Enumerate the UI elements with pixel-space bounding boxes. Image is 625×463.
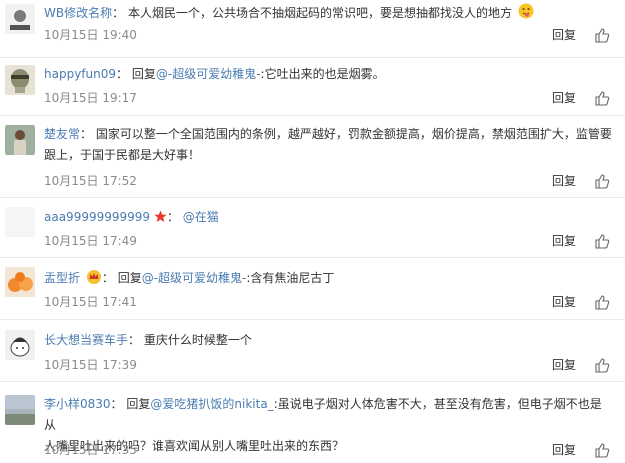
like-icon[interactable] bbox=[594, 90, 610, 106]
star-badge-icon bbox=[154, 209, 167, 230]
avatar[interactable] bbox=[5, 267, 35, 297]
comment-text: :它吐出来的也是烟雾。 bbox=[260, 67, 385, 81]
comment-text: 国家可以整一个全国范围内的条例，越严越好，罚款金额提高，烟价提高，禁烟范围扩大，… bbox=[95, 127, 612, 141]
comment-username[interactable]: happyfun09 bbox=[44, 67, 116, 81]
comment-time: 10月15日 19:40 bbox=[44, 28, 137, 42]
avatar-image bbox=[5, 267, 35, 297]
avatar[interactable] bbox=[5, 207, 35, 237]
avatar-image bbox=[5, 125, 35, 155]
comment-username[interactable]: 李小样0830 bbox=[44, 397, 111, 411]
avatar[interactable] bbox=[5, 395, 35, 425]
comment-text: 重庆什么时候整一个 bbox=[143, 333, 252, 347]
reply-button[interactable]: 回复 bbox=[552, 293, 576, 310]
comment-item: 李小样0830： 回复@爱吃猪扒饭的nikita_:虽说电子烟对人体危害不大，甚… bbox=[0, 382, 625, 463]
like-icon[interactable] bbox=[594, 357, 610, 373]
like-icon[interactable] bbox=[594, 442, 610, 458]
avatar[interactable] bbox=[5, 125, 35, 155]
reply-button[interactable]: 回复 bbox=[552, 356, 576, 373]
avatar-image bbox=[5, 207, 35, 237]
crown-badge-icon bbox=[86, 269, 102, 291]
comment-time: 10月15日 17:41 bbox=[44, 295, 137, 309]
reply-button[interactable]: 回复 bbox=[552, 232, 576, 249]
comment-username[interactable]: aaa99999999999 bbox=[44, 210, 150, 224]
comment-time: 10月15日 17:39 bbox=[44, 358, 137, 372]
comment-item: WB修改名称： 本人烟民一个，公共场合不抽烟起码的常识吧，要是想抽都找没人的地方… bbox=[0, 0, 625, 58]
like-icon[interactable] bbox=[594, 294, 610, 310]
avatar-image bbox=[5, 65, 35, 95]
comment-text-continued: 跟上，于国于民都是大好事！ bbox=[44, 148, 201, 162]
avatar-image bbox=[5, 330, 35, 360]
comment-username[interactable]: 楚友常 bbox=[44, 127, 80, 141]
tongue-emoji-icon bbox=[518, 3, 534, 26]
comment-text: :含有焦油尼古丁 bbox=[246, 271, 335, 285]
mention-link[interactable]: @-超级可爱幼稚鬼- bbox=[156, 67, 261, 81]
comment-item: aaa99999999999 ： @在猫 10月15日 17:49 回复 bbox=[0, 198, 625, 258]
comment-time: 10月15日 17:52 bbox=[44, 174, 137, 188]
avatar-image bbox=[5, 4, 35, 34]
like-icon[interactable] bbox=[594, 173, 610, 189]
reply-prefix: 回复 bbox=[126, 397, 151, 411]
comment-item: 长大想当赛车手： 重庆什么时候整一个 10月15日 17:39 回复 bbox=[0, 320, 625, 382]
avatar[interactable] bbox=[5, 330, 35, 360]
mention-link[interactable]: @爱吃猪扒饭的nikita_ bbox=[150, 397, 273, 411]
comment-item: happyfun09： 回复@-超级可爱幼稚鬼-:它吐出来的也是烟雾。 10月1… bbox=[0, 58, 625, 116]
avatar[interactable] bbox=[5, 65, 35, 95]
comment-item: 盂型折 ： 回复@-超级可爱幼稚鬼-:含有焦油尼古丁 10月15日 17:41 … bbox=[0, 258, 625, 320]
comment-username[interactable]: WB修改名称 bbox=[44, 6, 112, 20]
avatar[interactable] bbox=[5, 4, 35, 34]
reply-button[interactable]: 回复 bbox=[552, 89, 576, 106]
mention-link[interactable]: @在猫 bbox=[183, 210, 219, 224]
mention-link[interactable]: @-超级可爱幼稚鬼- bbox=[142, 271, 247, 285]
comment-text: 本人烟民一个，公共场合不抽烟起码的常识吧，要是想抽都找没人的地方 bbox=[127, 6, 512, 20]
reply-button[interactable]: 回复 bbox=[552, 441, 576, 458]
reply-prefix: 回复 bbox=[117, 271, 142, 285]
comment-time: 10月15日 17:49 bbox=[44, 234, 137, 248]
comment-username[interactable]: 长大想当赛车手 bbox=[44, 333, 128, 347]
comment-time: 10月15日 17:35 bbox=[44, 443, 137, 457]
reply-button[interactable]: 回复 bbox=[552, 172, 576, 189]
comment-username[interactable]: 盂型折 bbox=[44, 271, 80, 285]
like-icon[interactable] bbox=[594, 27, 610, 43]
comment-item: 楚友常： 国家可以整一个全国范围内的条例，越严越好，罚款金额提高，烟价提高，禁烟… bbox=[0, 116, 625, 198]
reply-button[interactable]: 回复 bbox=[552, 26, 576, 43]
reply-prefix: 回复 bbox=[131, 67, 156, 81]
like-icon[interactable] bbox=[594, 233, 610, 249]
avatar-image bbox=[5, 395, 35, 425]
comment-time: 10月15日 19:17 bbox=[44, 91, 137, 105]
